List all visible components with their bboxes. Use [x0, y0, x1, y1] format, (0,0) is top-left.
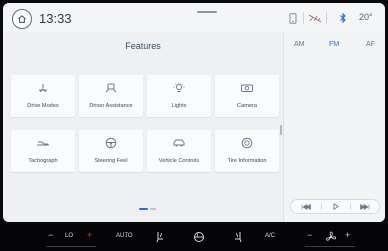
- home-button[interactable]: [12, 9, 32, 29]
- lights-icon: [147, 82, 211, 94]
- tile-label: Vehicle Controls: [158, 158, 200, 164]
- tile-vehicle-controls[interactable]: Vehicle Controls: [147, 130, 211, 172]
- tire-icon: [215, 137, 279, 149]
- tile-drive-modes[interactable]: Drive Modes: [11, 75, 75, 117]
- tile-tire-information[interactable]: Tire Information: [215, 130, 279, 172]
- seek-back-icon: [301, 203, 311, 210]
- steering-heat-icon[interactable]: [193, 231, 205, 243]
- clock: 13:33: [39, 11, 72, 26]
- tile-steering-feel[interactable]: Steering Feel: [79, 130, 143, 172]
- climate-bar: − LO + AUTO A/C − +: [0, 224, 388, 251]
- seek-back-button[interactable]: [295, 200, 317, 213]
- tachograph-icon: [11, 137, 75, 149]
- tile-camera[interactable]: Camera: [215, 75, 279, 117]
- pane-resize-handle[interactable]: [280, 125, 282, 135]
- page-indicator[interactable]: [139, 208, 159, 211]
- signal-off-icon: [308, 12, 322, 24]
- ac-button[interactable]: A/C: [265, 233, 275, 239]
- driver-assistance-icon: [79, 82, 143, 94]
- left-temp-value: LO: [65, 233, 74, 239]
- page-dot: [150, 208, 156, 210]
- outside-temperature: 20°: [359, 12, 373, 22]
- fan-icon: [325, 231, 337, 243]
- phone-icon[interactable]: [286, 12, 300, 24]
- fan-up-button[interactable]: +: [345, 230, 350, 240]
- tile-lights[interactable]: Lights: [147, 75, 211, 117]
- tile-driver-assistance[interactable]: Driver Assistance: [79, 75, 143, 117]
- band-tab-fm[interactable]: FM: [329, 41, 339, 48]
- tile-label: Tire Information: [227, 158, 267, 164]
- audio-pane: AM FM AF: [284, 32, 385, 222]
- tile-tachograph[interactable]: Tachograph: [11, 130, 75, 172]
- touch-display: 13:33 20° Features Drive Modes Driver As…: [3, 3, 385, 222]
- pull-down-handle[interactable]: [197, 11, 217, 13]
- fan-slider-track[interactable]: [305, 246, 355, 247]
- steering-wheel-icon: [79, 137, 143, 149]
- vehicle-controls-icon: [147, 137, 211, 149]
- page-title: Features: [125, 41, 161, 51]
- tile-label: Drive Modes: [27, 103, 59, 109]
- passenger-seat-heat-icon[interactable]: [232, 231, 244, 243]
- camera-icon: [215, 82, 279, 94]
- play-icon: [333, 203, 339, 210]
- features-pane: Features Drive Modes Driver Assistance L…: [3, 32, 283, 222]
- left-temp-up-button[interactable]: +: [87, 230, 92, 240]
- tile-label: Steering Feel: [94, 158, 128, 164]
- seek-forward-button[interactable]: [354, 200, 376, 213]
- tile-label: Lights: [171, 103, 187, 109]
- media-separator: [321, 203, 322, 210]
- seek-forward-icon: [360, 203, 370, 210]
- infotainment-screen: 13:33 20° Features Drive Modes Driver As…: [0, 0, 388, 251]
- tile-label: Camera: [237, 103, 257, 109]
- status-separator: [303, 12, 304, 24]
- tile-label: Driver Assistance: [89, 103, 133, 109]
- seat-heat-icon[interactable]: [154, 231, 166, 243]
- drive-modes-icon: [11, 82, 75, 94]
- bluetooth-icon[interactable]: [336, 12, 350, 24]
- band-tab-am[interactable]: AM: [294, 41, 305, 48]
- status-separator: [326, 12, 327, 24]
- page-dot-active: [139, 208, 148, 210]
- media-controls: [290, 199, 380, 214]
- play-button[interactable]: [325, 200, 347, 213]
- media-separator: [350, 203, 351, 210]
- fan-down-button[interactable]: −: [307, 230, 312, 240]
- temp-slider-track[interactable]: [46, 246, 96, 247]
- auto-climate-button[interactable]: AUTO: [116, 233, 133, 239]
- status-bar: 13:33 20°: [3, 3, 385, 32]
- home-icon: [18, 15, 26, 23]
- band-tab-af[interactable]: AF: [366, 41, 375, 48]
- tile-label: Tachograph: [28, 158, 58, 164]
- left-temp-down-button[interactable]: −: [48, 230, 53, 240]
